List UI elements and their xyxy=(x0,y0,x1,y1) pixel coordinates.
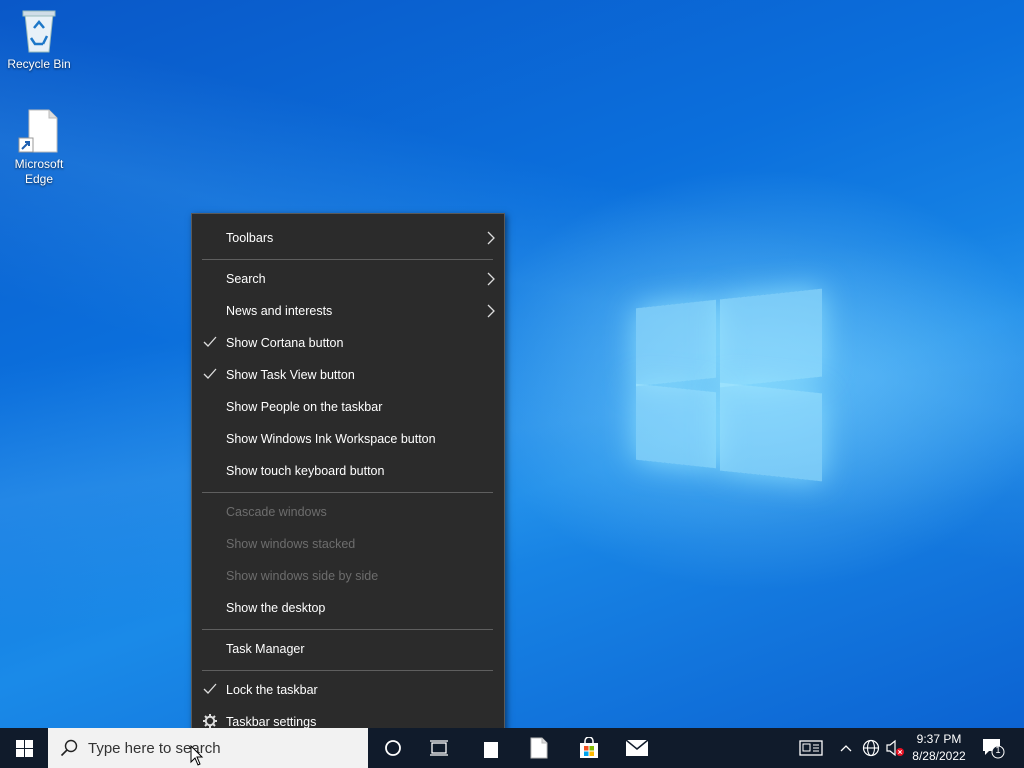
taskbar-store-button[interactable] xyxy=(566,728,612,768)
menu-item-show-windows-ink[interactable]: Show Windows Ink Workspace button xyxy=(192,424,504,454)
network-button[interactable] xyxy=(860,728,882,768)
menu-item-search[interactable]: Search xyxy=(192,264,504,294)
menu-item-label: Search xyxy=(226,272,266,286)
mouse-cursor-icon xyxy=(190,745,204,766)
menu-item-label: Show windows side by side xyxy=(226,569,379,583)
clock-date: 8/28/2022 xyxy=(912,749,966,763)
chevron-up-icon xyxy=(840,745,852,752)
clock-time: 9:37 PM xyxy=(916,732,962,746)
menu-item-news-and-interests[interactable]: News and interests xyxy=(192,296,504,326)
desktop-icon-microsoft-edge[interactable]: Microsoft Edge xyxy=(4,108,74,187)
menu-item-label: Toolbars xyxy=(226,231,274,245)
menu-item-show-windows-stacked: Show windows stacked xyxy=(192,529,504,559)
desktop-icon-recycle-bin[interactable]: Recycle Bin xyxy=(4,8,74,72)
cortana-icon xyxy=(385,740,401,756)
taskbar-context-menu: Toolbars Search News and interests Show … xyxy=(191,213,505,747)
menu-item-label: Show Task View button xyxy=(226,368,355,382)
menu-item-show-the-desktop[interactable]: Show the desktop xyxy=(192,593,504,623)
menu-item-toolbars[interactable]: Toolbars xyxy=(192,223,504,253)
menu-item-cascade-windows: Cascade windows xyxy=(192,497,504,527)
store-icon xyxy=(580,737,598,758)
checkmark-icon xyxy=(203,368,217,379)
menu-item-label: Show the desktop xyxy=(226,601,326,615)
start-button[interactable] xyxy=(0,728,48,768)
news-icon xyxy=(799,740,823,756)
menu-item-show-people[interactable]: Show People on the taskbar xyxy=(192,392,504,422)
taskbar-mail-button[interactable] xyxy=(614,728,660,768)
menu-item-label: Show touch keyboard button xyxy=(226,464,385,478)
menu-item-lock-the-taskbar[interactable]: Lock the taskbar xyxy=(192,675,504,705)
desktop-icon-label: Recycle Bin xyxy=(7,57,71,71)
document-icon xyxy=(530,737,548,759)
windows-start-icon xyxy=(15,739,33,757)
menu-separator xyxy=(202,259,493,260)
notification-count-badge: 1 xyxy=(995,745,1001,755)
menu-item-label: Show Windows Ink Workspace button xyxy=(226,432,436,446)
menu-item-label: Lock the taskbar xyxy=(226,683,318,697)
task-view-icon xyxy=(430,740,448,756)
taskbar-file-explorer-button[interactable] xyxy=(468,728,514,768)
taskbar-search-box[interactable]: Type here to search xyxy=(48,728,368,768)
wallpaper-windows-logo xyxy=(636,288,822,482)
recycle-bin-icon xyxy=(22,10,56,53)
menu-item-label: Show windows stacked xyxy=(226,537,356,551)
menu-item-show-windows-side-by-side: Show windows side by side xyxy=(192,561,504,591)
globe-network-icon xyxy=(862,739,880,757)
volume-button[interactable] xyxy=(884,728,906,768)
menu-item-label: Taskbar settings xyxy=(226,715,317,729)
chevron-right-icon xyxy=(487,231,495,245)
menu-separator xyxy=(202,629,493,630)
edge-shortcut-icon xyxy=(18,109,58,153)
taskbar-clock[interactable]: 9:37 PM 8/28/2022 xyxy=(904,731,974,765)
show-hidden-icons-button[interactable] xyxy=(836,728,856,768)
menu-item-label: Show Cortana button xyxy=(226,336,344,350)
menu-item-label: Cascade windows xyxy=(226,505,327,519)
menu-item-label: Show People on the taskbar xyxy=(226,400,383,414)
news-and-interests-button[interactable] xyxy=(794,728,828,768)
taskbar-edge-button[interactable] xyxy=(516,728,562,768)
menu-item-show-task-view-button[interactable]: Show Task View button xyxy=(192,360,504,390)
search-icon xyxy=(60,739,78,757)
menu-item-show-touch-keyboard[interactable]: Show touch keyboard button xyxy=(192,456,504,486)
menu-item-show-cortana-button[interactable]: Show Cortana button xyxy=(192,328,504,358)
action-center-button[interactable]: 1 xyxy=(976,728,1010,768)
wallpaper-beam xyxy=(0,0,1024,768)
checkmark-icon xyxy=(203,336,217,347)
menu-item-label: Task Manager xyxy=(226,642,305,656)
menu-item-task-manager[interactable]: Task Manager xyxy=(192,634,504,664)
menu-separator xyxy=(202,492,493,493)
menu-separator xyxy=(202,670,493,671)
task-view-button[interactable] xyxy=(416,728,462,768)
blank-app-icon xyxy=(484,742,498,758)
volume-muted-icon xyxy=(886,739,904,757)
chevron-right-icon xyxy=(487,272,495,286)
cortana-button[interactable] xyxy=(370,728,416,768)
checkmark-icon xyxy=(203,683,217,694)
menu-item-label: News and interests xyxy=(226,304,333,318)
chevron-right-icon xyxy=(487,304,495,318)
desktop-icon-label: Microsoft Edge xyxy=(14,157,64,186)
mail-icon xyxy=(625,739,649,756)
gear-icon xyxy=(203,714,217,728)
